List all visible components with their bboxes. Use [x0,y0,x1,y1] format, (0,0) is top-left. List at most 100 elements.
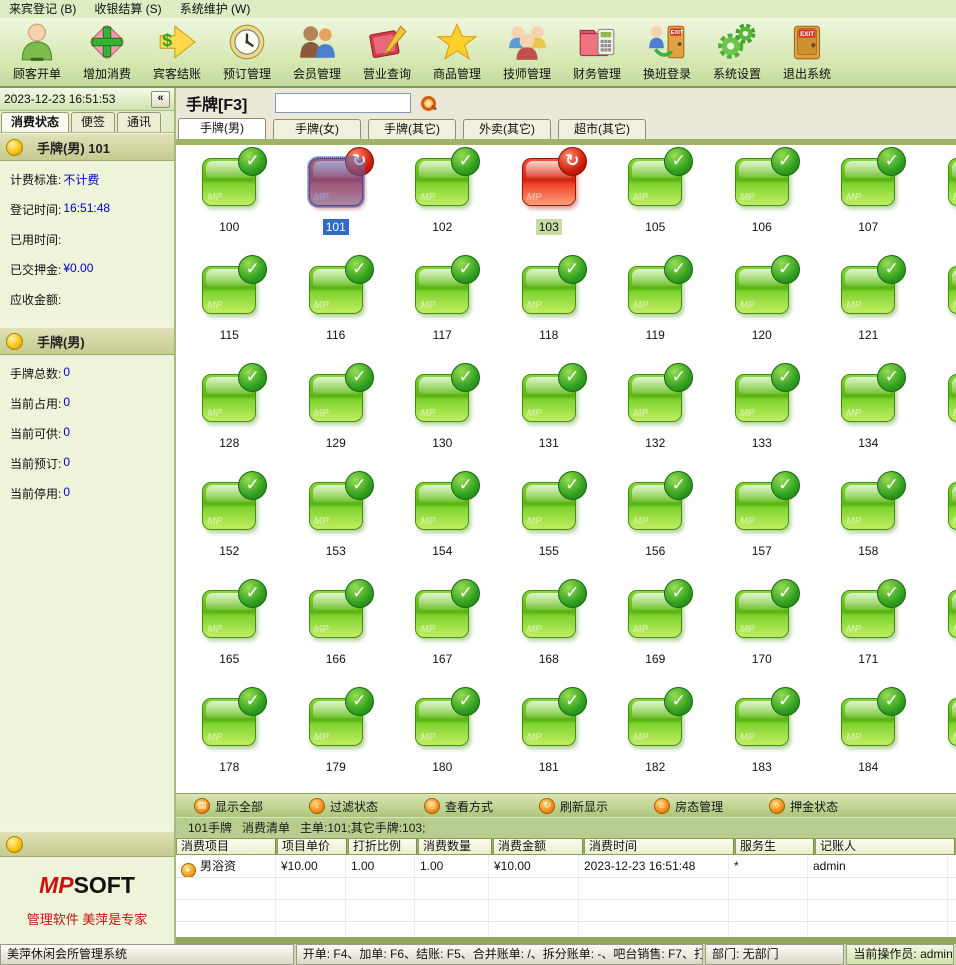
hand-card-cell[interactable]: MP✓119 [602,253,709,361]
hand-card-cell[interactable]: MP✓ [922,469,956,577]
hand-card-cell[interactable]: MP✓133 [709,361,816,469]
sidebar-tab-3[interactable]: 通讯 [117,112,161,132]
hand-card-free[interactable]: MP✓ [415,374,469,422]
hand-card-free[interactable]: MP✓ [628,266,682,314]
hand-card-cell[interactable]: MP✓152 [176,469,283,577]
hand-card-free[interactable]: MP✓ [841,158,895,206]
hand-card-cell[interactable]: MP✓158 [815,469,922,577]
hand-card-cell[interactable]: MP✓130 [389,361,496,469]
hand-card-cell[interactable]: MP✓154 [389,469,496,577]
menu-item[interactable]: 收银结算 (S) [85,0,170,18]
toolbar-button-checkout[interactable]: $宾客结账 [142,18,212,84]
tab-超市(其它)[interactable]: 超市(其它) [558,119,646,139]
hand-card-cell[interactable]: MP✓128 [176,361,283,469]
sidebar-tab-1[interactable]: 消费状态 [1,112,69,132]
panel-header-hand-detail[interactable]: 手牌(男) 101 [0,133,174,161]
hand-card-free[interactable]: MP✓ [522,698,576,746]
toolbar-button-technician[interactable]: 技师管理 [492,18,562,84]
hand-card-free[interactable]: MP✓ [415,158,469,206]
hand-card-cell[interactable]: MP✓115 [176,253,283,361]
hand-card-free[interactable]: MP✓ [841,698,895,746]
hand-card-cell[interactable]: MP↻103 [496,145,603,253]
hand-card-free[interactable]: MP✓ [948,482,956,530]
hand-card-free[interactable]: MP✓ [628,158,682,206]
toolbar-button-add-expense[interactable]: 增加消费 [72,18,142,84]
hand-card-free[interactable]: MP✓ [309,698,363,746]
menu-item[interactable]: 来宾登记 (B) [0,0,85,18]
hand-card-free[interactable]: MP✓ [202,158,256,206]
hand-card-free[interactable]: MP✓ [628,482,682,530]
hand-card-cell[interactable]: MP✓184 [815,685,922,793]
hand-card-free[interactable]: MP✓ [309,590,363,638]
hand-card-free[interactable]: MP✓ [522,266,576,314]
hand-card-cell[interactable]: MP✓157 [709,469,816,577]
hand-card-cell[interactable]: MP✓ [922,361,956,469]
hand-card-free[interactable]: MP✓ [628,590,682,638]
sidebar-collapse-button[interactable]: « [151,91,170,108]
hand-card-cell[interactable]: MP✓ [922,145,956,253]
tab-外卖(其它)[interactable]: 外卖(其它) [463,119,551,139]
hand-card-cell[interactable]: MP✓106 [709,145,816,253]
column-header-消费项目[interactable]: 消费项目 [176,838,276,855]
hand-card-free[interactable]: MP✓ [628,374,682,422]
hand-card-cell[interactable]: MP✓178 [176,685,283,793]
column-header-打折比例[interactable]: 打折比例 [348,838,417,855]
hand-card-cell[interactable]: MP✓171 [815,577,922,685]
hand-card-busy[interactable]: MP↻ [522,158,576,206]
hand-card-free[interactable]: MP✓ [522,374,576,422]
hand-card-cell[interactable]: MP✓117 [389,253,496,361]
tab-手牌(其它)[interactable]: 手牌(其它) [368,119,456,139]
hand-card-cell[interactable]: MP✓ [922,253,956,361]
action-button-view-mode[interactable]: ◎查看方式 [424,798,493,815]
hand-card-free[interactable]: MP✓ [628,698,682,746]
hand-card-free[interactable]: MP✓ [841,266,895,314]
search-magnifier-icon[interactable] [419,94,437,112]
hand-card-cell[interactable]: MP✓116 [283,253,390,361]
hand-card-free[interactable]: MP✓ [948,590,956,638]
hand-card-cell[interactable]: MP✓121 [815,253,922,361]
hand-card-cell[interactable]: MP✓180 [389,685,496,793]
hand-card-cell[interactable]: MP✓107 [815,145,922,253]
hand-card-free[interactable]: MP✓ [309,374,363,422]
hand-card-cell[interactable]: MP✓169 [602,577,709,685]
toolbar-button-goods-star[interactable]: 商品管理 [422,18,492,84]
sidebar-tab-2[interactable]: 便签 [71,112,115,132]
hand-card-free[interactable]: MP✓ [841,590,895,638]
tab-手牌(女)[interactable]: 手牌(女) [273,119,361,139]
hand-card-cell[interactable]: MP✓118 [496,253,603,361]
hand-card-free[interactable]: MP✓ [202,374,256,422]
toolbar-button-settings-gear[interactable]: 系统设置 [702,18,772,84]
hand-card-free[interactable]: MP✓ [948,158,956,206]
hand-card-free[interactable]: MP✓ [415,482,469,530]
action-button-show-all[interactable]: ▤显示全部 [194,798,263,815]
hand-card-free[interactable]: MP✓ [948,698,956,746]
toolbar-button-finance[interactable]: 财务管理 [562,18,632,84]
hand-card-cell[interactable]: MP✓131 [496,361,603,469]
toolbar-button-customer[interactable]: 顾客开单 [2,18,72,84]
hand-card-free[interactable]: MP✓ [415,266,469,314]
toolbar-button-members[interactable]: 会员管理 [282,18,352,84]
hand-card-free[interactable]: MP✓ [735,590,789,638]
hand-card-free[interactable]: MP✓ [415,698,469,746]
hand-card-cell[interactable]: MP✓105 [602,145,709,253]
action-button-deposit-state[interactable]: ○押金状态 [769,798,838,815]
hand-card-cell[interactable]: MP✓183 [709,685,816,793]
hand-card-cell[interactable]: MP✓ [922,685,956,793]
hand-card-cell[interactable]: MP✓168 [496,577,603,685]
hand-card-free[interactable]: MP✓ [735,266,789,314]
hand-card-cell[interactable]: MP✓155 [496,469,603,577]
hand-search-input[interactable] [275,93,411,113]
hand-card-free[interactable]: MP✓ [202,266,256,314]
hand-card-cell[interactable]: MP✓153 [283,469,390,577]
action-button-room-status[interactable]: ⌂房态管理 [654,798,723,815]
hand-card-cell[interactable]: MP✓167 [389,577,496,685]
tab-手牌(男)[interactable]: 手牌(男) [178,118,266,139]
hand-card-free[interactable]: MP✓ [841,482,895,530]
table-row[interactable]: ▸男浴资¥10.001.001.00¥10.002023-12-23 16:51… [176,855,956,878]
hand-card-cell[interactable]: MP✓100 [176,145,283,253]
hand-card-cell[interactable]: MP✓182 [602,685,709,793]
hand-card-cell[interactable]: MP✓134 [815,361,922,469]
menu-item[interactable]: 系统维护 (W) [171,0,260,18]
hand-card-free[interactable]: MP✓ [522,590,576,638]
hand-card-free[interactable]: MP✓ [202,590,256,638]
